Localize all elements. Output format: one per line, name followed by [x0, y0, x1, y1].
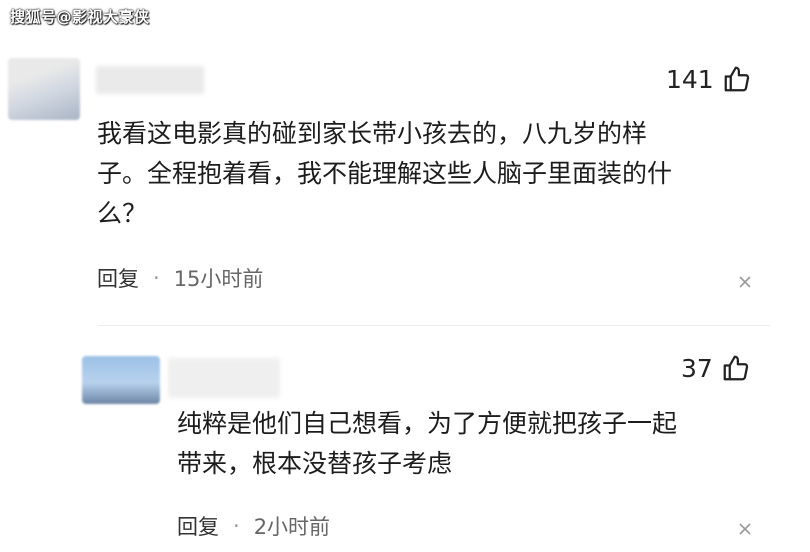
like-counter[interactable]: 141 [666, 64, 752, 94]
comment-line: 子。全程抱着看，我不能理解这些人脑子里面装的什 [97, 159, 673, 188]
separator-dot: · [233, 514, 240, 538]
watermark-text: 搜狐号@影视大豪侠 [10, 8, 150, 26]
divider [98, 325, 770, 326]
comment-time: 15小时前 [173, 267, 264, 291]
comment-meta: 回复 · 2小时前 [177, 511, 330, 541]
separator-dot: · [153, 266, 160, 290]
comment-line: 带来，根本没替孩子考虑 [177, 449, 453, 478]
comment-line: 我看这电影真的碰到家长带小孩去的，八九岁的样 [97, 119, 648, 148]
comment-text: 我看这电影真的碰到家长带小孩去的，八九岁的样 子。全程抱着看，我不能理解这些人脑… [97, 114, 777, 234]
username[interactable] [96, 66, 204, 94]
avatar[interactable] [8, 58, 80, 120]
close-icon[interactable] [737, 521, 753, 537]
like-counter[interactable]: 37 [681, 353, 751, 383]
reply-button[interactable]: 回复 [177, 511, 219, 541]
comment-meta: 回复 · 15小时前 [97, 263, 263, 293]
comment-time: 2小时前 [253, 515, 331, 539]
like-count: 37 [681, 353, 713, 383]
comment-line: 么？ [97, 199, 148, 228]
thumbs-up-icon[interactable] [722, 64, 752, 94]
comment-text: 纯粹是他们自己想看，为了方便就把孩子一起 带来，根本没替孩子考虑 [177, 404, 777, 484]
username[interactable] [168, 358, 280, 398]
close-icon[interactable] [737, 274, 753, 290]
avatar[interactable] [82, 356, 160, 404]
comment-line: 纯粹是他们自己想看，为了方便就把孩子一起 [177, 409, 678, 438]
like-count: 141 [666, 64, 714, 94]
reply-button[interactable]: 回复 [97, 263, 139, 293]
thumbs-up-icon[interactable] [721, 353, 751, 383]
